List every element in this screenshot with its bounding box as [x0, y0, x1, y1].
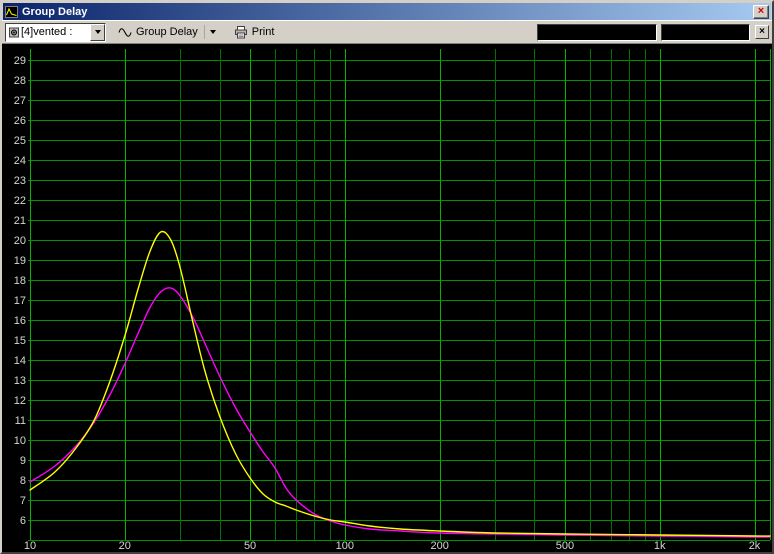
printer-icon — [234, 25, 248, 39]
svg-text:18: 18 — [14, 275, 26, 287]
titlebar[interactable]: Group Delay × — [3, 3, 771, 20]
window-icon — [5, 5, 18, 18]
svg-text:11: 11 — [15, 415, 26, 427]
graph-type-label: Group Delay — [136, 26, 198, 38]
svg-text:21: 21 — [14, 215, 26, 227]
svg-text:2k: 2k — [749, 540, 761, 552]
svg-text:20: 20 — [119, 540, 131, 552]
svg-text:22: 22 — [14, 195, 26, 207]
svg-text:8: 8 — [20, 475, 26, 487]
toolbar-close-button[interactable]: × — [755, 25, 769, 39]
svg-text:19: 19 — [14, 255, 26, 267]
svg-text:1k: 1k — [654, 540, 666, 552]
project-icon — [8, 27, 20, 38]
project-combo-value: [4]vented : — [21, 26, 73, 38]
svg-text:10: 10 — [24, 540, 36, 552]
svg-text:20: 20 — [14, 235, 26, 247]
close-icon: × — [757, 5, 765, 17]
close-button[interactable]: × — [753, 4, 769, 19]
svg-text:12: 12 — [14, 395, 26, 407]
graph-type-arrow[interactable] — [203, 25, 216, 39]
svg-text:13: 13 — [14, 375, 26, 387]
svg-text:14: 14 — [14, 355, 26, 367]
svg-text:26: 26 — [14, 115, 26, 127]
chevron-down-icon — [94, 30, 101, 34]
svg-text:16: 16 — [14, 315, 26, 327]
svg-text:6: 6 — [20, 515, 26, 527]
svg-text:17: 17 — [14, 295, 26, 307]
readout-left — [537, 23, 657, 41]
chart-area[interactable]: 29 28 27 26 25 24 23 22 21 20 19 18 17 16 15 14 13 12 11 10… — [2, 44, 772, 552]
graph-type-dropdown[interactable]: Group Delay — [114, 21, 220, 43]
print-label: Print — [251, 26, 275, 38]
svg-text:50: 50 — [244, 540, 256, 552]
svg-text:200: 200 — [430, 540, 448, 552]
chevron-down-icon — [209, 30, 216, 34]
toolbar: [4]vented : Group Delay Print × — [2, 20, 772, 44]
svg-text:15: 15 — [14, 335, 26, 347]
svg-text:24: 24 — [14, 155, 26, 167]
toolbar-close-icon: × — [759, 26, 765, 37]
svg-text:27: 27 — [14, 95, 26, 107]
group-delay-chart[interactable]: 29 28 27 26 25 24 23 22 21 20 19 18 17 16 15 14 13 12 11 10… — [2, 44, 772, 552]
svg-text:25: 25 — [14, 135, 26, 147]
project-combo-arrow[interactable] — [90, 23, 105, 41]
readout-right — [661, 23, 750, 41]
svg-text:29: 29 — [14, 55, 26, 67]
svg-text:23: 23 — [14, 175, 26, 187]
svg-text:7: 7 — [20, 495, 26, 507]
svg-text:10: 10 — [14, 435, 26, 447]
window-title: Group Delay — [22, 5, 88, 18]
svg-text:28: 28 — [14, 75, 26, 87]
waveform-icon — [118, 27, 132, 38]
print-button[interactable]: Print — [230, 21, 279, 43]
svg-text:9: 9 — [20, 455, 26, 467]
svg-text:500: 500 — [556, 540, 574, 552]
group-delay-window: Group Delay × [4]vented : Group Delay Pr… — [0, 0, 774, 554]
svg-text:100: 100 — [336, 540, 354, 552]
project-combo[interactable]: [4]vented : — [5, 22, 106, 42]
